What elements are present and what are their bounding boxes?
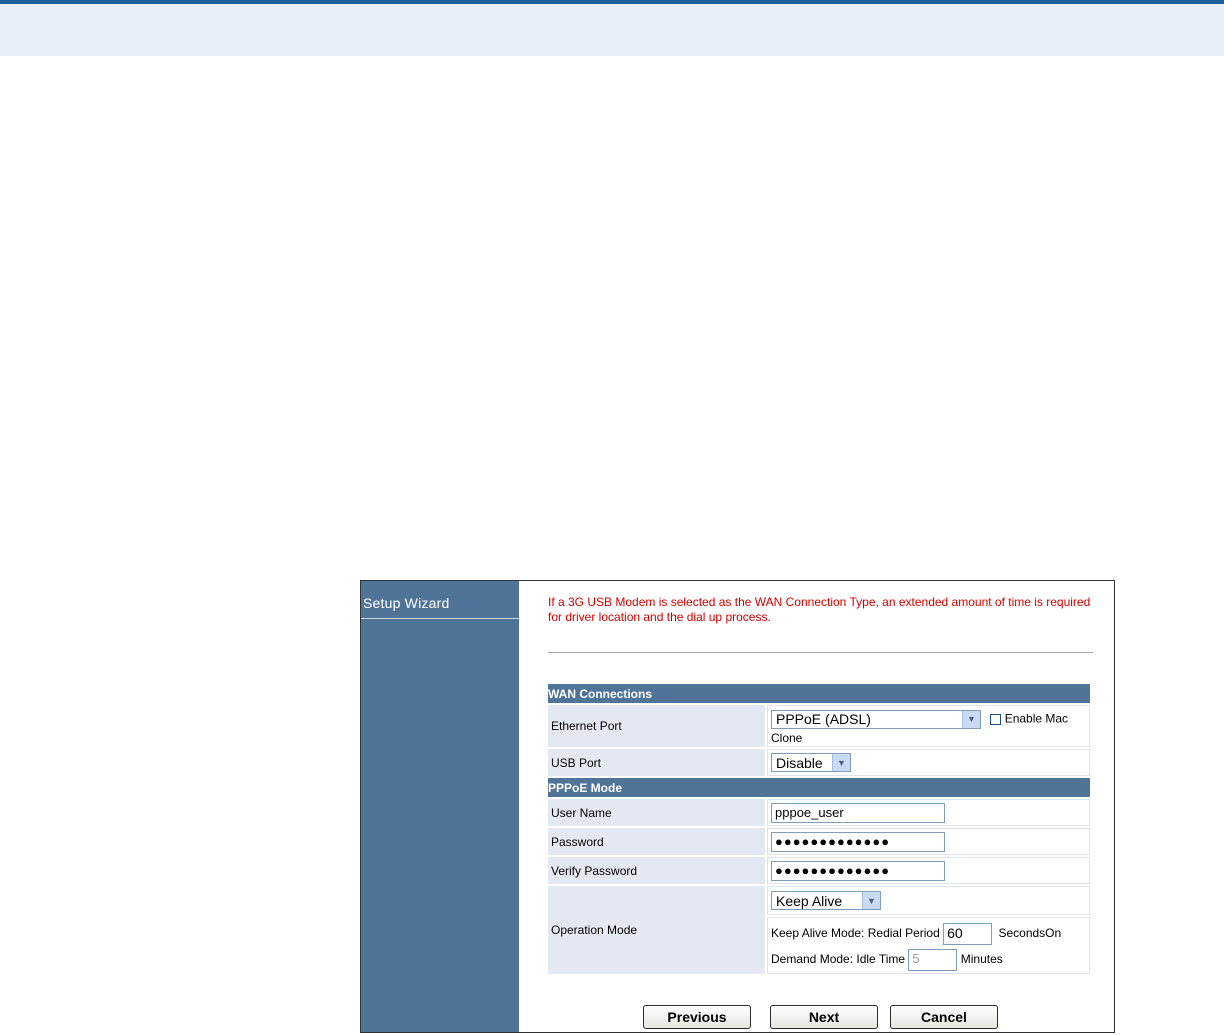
password-label: Password	[548, 828, 765, 855]
ethernet-port-value: PPPoE (ADSL)	[776, 711, 871, 727]
idle-time-unit: Minutes	[960, 951, 1003, 966]
user-name-cell: pppoe_user	[767, 799, 1090, 826]
verify-password-label: Verify Password	[548, 857, 765, 884]
row-password: Password ●●●●●●●●●●●●●	[548, 828, 1090, 855]
notice-text: If a 3G USB Modem is selected as the WAN…	[548, 595, 1091, 624]
verify-password-input[interactable]: ●●●●●●●●●●●●●	[771, 860, 945, 881]
keep-alive-label: Keep Alive Mode: Redial Period	[771, 925, 940, 940]
sidebar-divider	[361, 618, 519, 619]
usb-port-cell: Disable ▼	[767, 749, 1090, 776]
clone-label: Clone	[771, 730, 803, 745]
chevron-down-icon: ▼	[862, 892, 880, 909]
usb-port-value: Disable	[776, 754, 823, 771]
user-name-input[interactable]: pppoe_user	[771, 802, 945, 823]
user-name-label: User Name	[548, 799, 765, 826]
operation-mode-value: Keep Alive	[776, 892, 843, 909]
section-header-pppoe: PPPoE Mode	[548, 778, 1090, 797]
enable-mac-label: Enable Mac	[1004, 711, 1069, 726]
config-table: WAN Connections Ethernet Port PPPoE (ADS…	[546, 682, 1092, 976]
cancel-button[interactable]: Cancel	[890, 1005, 998, 1029]
row-operation-mode: Operation Mode Keep Alive ▼	[548, 886, 1090, 974]
demand-mode-label: Demand Mode: Idle Time	[771, 951, 906, 966]
section-title-pppoe: PPPoE Mode	[548, 778, 1090, 797]
page-header-band	[0, 4, 1224, 56]
row-ethernet-port: Ethernet Port PPPoE (ADSL) ▼ Enable Mac …	[548, 705, 1090, 747]
mode-options-cell: Keep Alive Mode: Redial Period 60 Second…	[767, 917, 1090, 974]
operation-mode-label: Operation Mode	[548, 886, 765, 974]
sidebar: Setup Wizard	[361, 581, 519, 1032]
usb-port-label: USB Port	[548, 749, 765, 776]
password-input[interactable]: ●●●●●●●●●●●●●	[771, 831, 945, 852]
previous-button[interactable]: Previous	[643, 1005, 751, 1029]
ethernet-port-label: Ethernet Port	[548, 705, 765, 747]
row-usb-port: USB Port Disable ▼	[548, 749, 1090, 776]
section-header-wan: WAN Connections	[548, 684, 1090, 703]
usb-port-select[interactable]: Disable ▼	[771, 753, 851, 772]
ethernet-port-select[interactable]: PPPoE (ADSL) ▼	[771, 709, 981, 729]
sidebar-item-setup-wizard[interactable]: Setup Wizard	[363, 595, 449, 611]
next-button[interactable]: Next	[770, 1005, 878, 1029]
password-cell: ●●●●●●●●●●●●●	[767, 828, 1090, 855]
verify-password-cell: ●●●●●●●●●●●●●	[767, 857, 1090, 884]
row-verify-password: Verify Password ●●●●●●●●●●●●●	[548, 857, 1090, 884]
operation-mode-select[interactable]: Keep Alive ▼	[771, 891, 881, 910]
idle-time-input[interactable]: 5	[908, 948, 958, 971]
row-user-name: User Name pppoe_user	[548, 799, 1090, 826]
chevron-down-icon: ▼	[832, 754, 850, 771]
setup-wizard-screenshot: Setup Wizard If a 3G USB Modem is select…	[360, 580, 1115, 1033]
redial-period-unit: SecondsOn	[998, 925, 1062, 940]
ethernet-port-cell: PPPoE (ADSL) ▼ Enable Mac Clone	[767, 705, 1090, 747]
enable-mac-clone-checkbox[interactable]	[990, 713, 1002, 725]
chevron-down-icon: ▼	[962, 710, 980, 728]
operation-mode-cell: Keep Alive ▼	[767, 886, 1090, 915]
redial-period-input[interactable]: 60	[943, 922, 993, 945]
content-divider	[548, 652, 1093, 653]
section-title-wan: WAN Connections	[548, 684, 1090, 703]
